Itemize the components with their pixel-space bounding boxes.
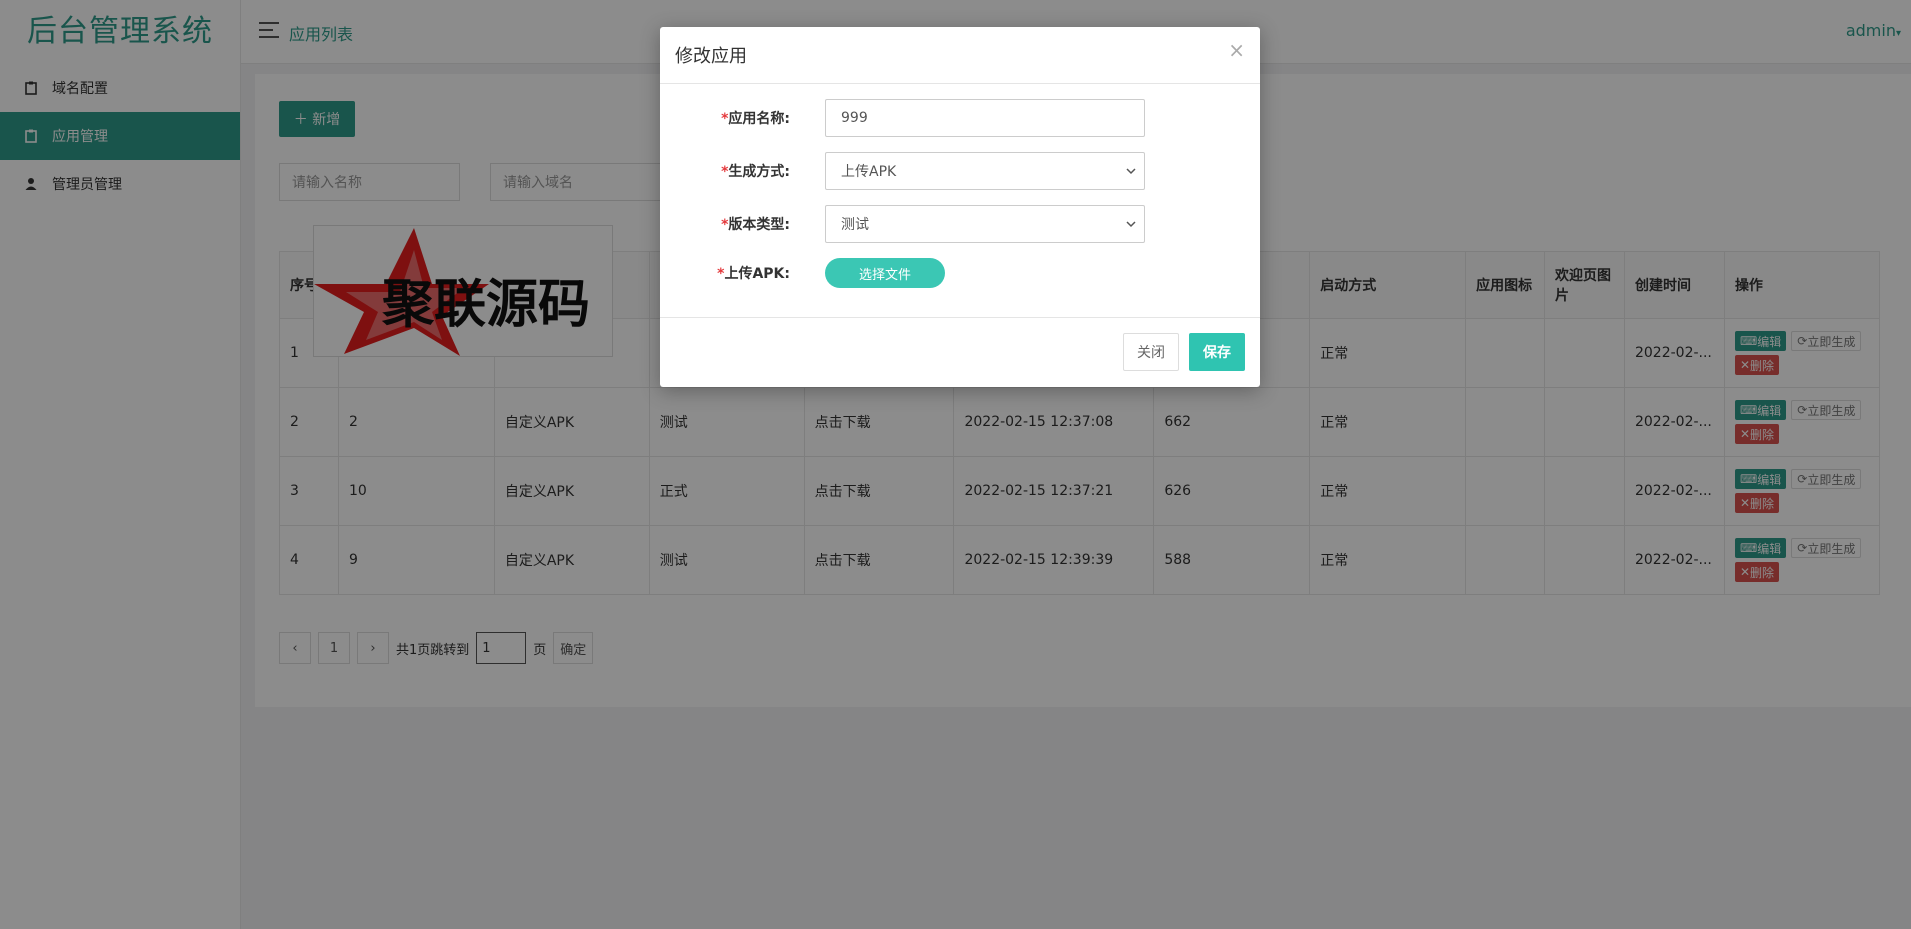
app-name-input[interactable]: 999 bbox=[825, 99, 1145, 137]
edit-app-dialog: 修改应用 × *应用名称: 999 *生成方式: 上传APK *版本类型: 测试… bbox=[660, 27, 1260, 387]
app-name-label: *应用名称: bbox=[721, 111, 790, 127]
chevron-down-icon bbox=[1126, 168, 1136, 175]
build-mode-select[interactable]: 上传APK bbox=[825, 152, 1145, 190]
cancel-button[interactable]: 关闭 bbox=[1123, 333, 1179, 371]
save-button[interactable]: 保存 bbox=[1189, 333, 1245, 371]
dialog-header: 修改应用 × bbox=[660, 27, 1260, 84]
dialog-footer: 关闭 保存 bbox=[660, 317, 1260, 387]
chevron-down-icon bbox=[1126, 221, 1136, 228]
version-type-label: *版本类型: bbox=[721, 217, 790, 233]
upload-apk-label: *上传APK: bbox=[717, 266, 790, 282]
upload-apk-row: *上传APK: 选择文件 bbox=[660, 258, 1260, 296]
choose-file-button[interactable]: 选择文件 bbox=[825, 258, 945, 288]
build-mode-label: *生成方式: bbox=[721, 164, 790, 180]
close-icon[interactable]: × bbox=[1228, 38, 1245, 62]
dialog-title: 修改应用 bbox=[675, 46, 747, 67]
app-name-row: *应用名称: 999 bbox=[660, 99, 1260, 137]
build-mode-row: *生成方式: 上传APK bbox=[660, 152, 1260, 190]
version-type-row: *版本类型: 测试 bbox=[660, 205, 1260, 243]
version-type-select[interactable]: 测试 bbox=[825, 205, 1145, 243]
